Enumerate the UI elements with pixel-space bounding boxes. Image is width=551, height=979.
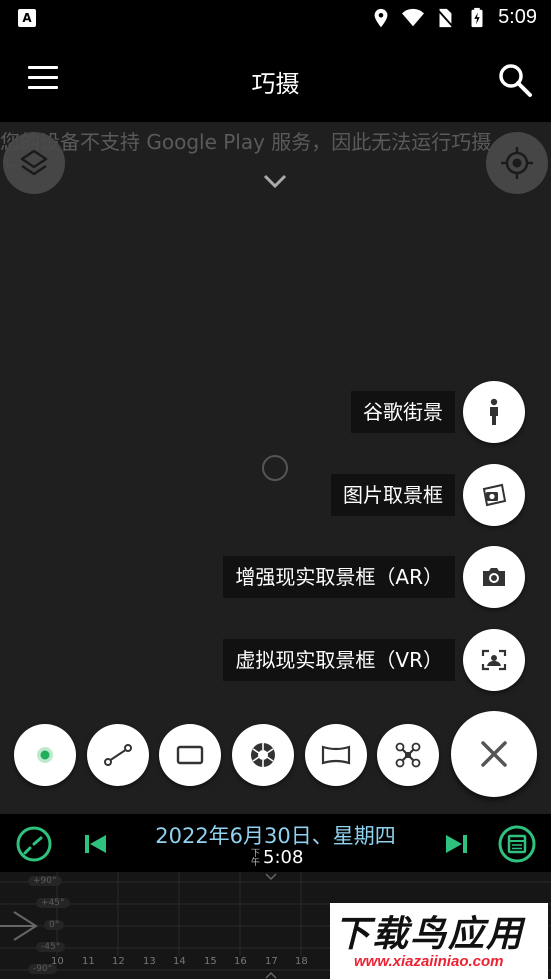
hour-tick: 18: [295, 956, 308, 967]
tool-drone-button[interactable]: [377, 724, 439, 786]
screen: A 5:09 巧摄 您的设备不支持 Google Play 服务，因此无法运行巧…: [0, 0, 551, 979]
fab-label-vr-viewfinder[interactable]: 虚拟现实取景框（VR）: [223, 639, 455, 681]
hour-tick: 12: [112, 956, 125, 967]
wifi-icon: [402, 8, 425, 26]
battery-charging-icon: [471, 7, 483, 27]
notification-badge: A: [18, 9, 36, 27]
status-time: 5:09: [498, 6, 537, 28]
location-icon: [374, 8, 388, 27]
hour-tick: 16: [234, 956, 247, 967]
status-bar: A 5:09: [0, 0, 551, 38]
picture-viewfinder-button[interactable]: [463, 464, 525, 526]
calendar-icon[interactable]: [497, 824, 537, 864]
vr-frame-icon: [481, 649, 507, 671]
layers-button[interactable]: [3, 132, 65, 194]
hour-tick: 10: [51, 956, 64, 967]
hour-tick: 13: [143, 956, 156, 967]
map-center-marker: [262, 455, 288, 481]
fab-item-ar-viewfinder[interactable]: 增强现实取景框（AR）: [223, 546, 525, 608]
path-icon: [104, 744, 132, 766]
hour-tick: 17: [265, 956, 278, 967]
period-label: 下午: [251, 849, 261, 868]
layers-icon: [20, 149, 48, 176]
close-menu-button[interactable]: [451, 711, 537, 797]
angle-label: 0°: [44, 920, 65, 930]
play-services-notice: 您的设备不支持 Google Play 服务，因此无法运行巧摄: [0, 130, 492, 154]
angle-label: +45°: [36, 898, 70, 908]
tool-aperture-button[interactable]: [232, 724, 294, 786]
tool-path-button[interactable]: [87, 724, 149, 786]
fab-item-street-view[interactable]: 谷歌街景: [351, 381, 525, 443]
sun-direction-icon: [0, 911, 38, 941]
drone-icon: [395, 742, 421, 768]
fab-item-vr-viewfinder[interactable]: 虚拟现实取景框（VR）: [223, 629, 525, 691]
angle-label: -45°: [36, 942, 66, 952]
no-sim-icon: [437, 8, 454, 28]
search-icon[interactable]: [497, 62, 533, 98]
hour-tick: 15: [204, 956, 217, 967]
time-label[interactable]: 5:08: [263, 847, 303, 868]
fab-label-ar-viewfinder[interactable]: 增强现实取景框（AR）: [223, 556, 455, 598]
panorama-icon: [321, 745, 351, 765]
rectangle-icon: [176, 745, 204, 765]
watermark-url: www.xiazaiiniao.com: [354, 953, 504, 970]
vr-viewfinder-button[interactable]: [463, 629, 525, 691]
camera-icon: [483, 568, 505, 586]
close-icon: [481, 741, 507, 767]
chevron-down-icon[interactable]: [262, 172, 288, 190]
aperture-icon: [251, 743, 275, 767]
angle-label: +90°: [28, 876, 62, 886]
fab-item-picture-viewfinder[interactable]: 图片取景框: [331, 464, 525, 526]
app-bar: 巧摄: [0, 38, 551, 122]
ar-viewfinder-button[interactable]: [463, 546, 525, 608]
hour-tick: 14: [173, 956, 186, 967]
crosshair-icon: [501, 147, 533, 179]
person-icon: [490, 398, 498, 425]
time-bar: 2022年6月30日、星期四 下午 5:08: [0, 814, 551, 872]
skip-next-icon[interactable]: [436, 824, 476, 864]
fab-label-street-view[interactable]: 谷歌街景: [351, 391, 455, 433]
tool-frame-button[interactable]: [159, 724, 221, 786]
app-title: 巧摄: [251, 70, 300, 98]
watermark-logo: 下载鸟应用 www.xiazaiiniao.com: [330, 903, 548, 979]
tool-pin-button[interactable]: [14, 724, 76, 786]
watermark-title: 下载鸟应用: [334, 914, 525, 955]
tool-panorama-button[interactable]: [305, 724, 367, 786]
fab-label-picture-viewfinder[interactable]: 图片取景框: [331, 474, 455, 516]
hour-tick: 11: [82, 956, 95, 967]
my-location-button[interactable]: [486, 132, 548, 194]
pin-icon: [37, 747, 53, 763]
photo-frame-icon: [482, 483, 507, 507]
street-view-button[interactable]: [463, 381, 525, 443]
